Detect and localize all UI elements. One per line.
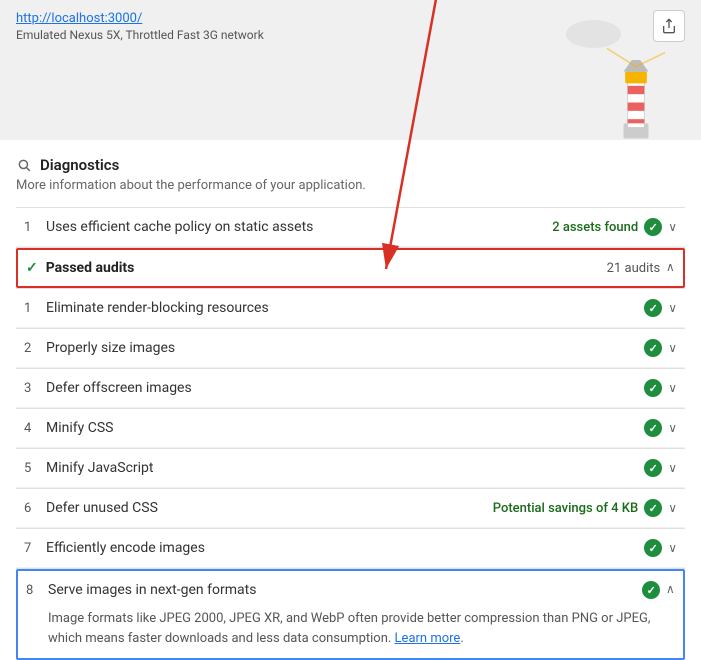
audit-check-icon-7 [644,539,662,557]
passed-audits-label: Passed audits [46,260,607,276]
diagnostics-description: More information about the performance o… [16,178,685,193]
audit-chevron-down-icon-7[interactable]: ∨ [668,541,677,555]
audit-chevron-down-icon-6[interactable]: ∨ [668,501,677,515]
audit-savings-text-6: Potential savings of 4 KB [493,501,638,516]
cache-chevron-down-icon[interactable]: ∨ [668,220,677,234]
diagnostics-title: Diagnostics [40,156,119,174]
audit-num-4: 4 [24,421,46,436]
audit-right-5: ∨ [644,459,677,477]
cache-check-icon [644,218,662,236]
diagnostics-header: Diagnostics [16,156,685,174]
share-button[interactable] [653,10,685,42]
audit-right-1: ∨ [644,299,677,317]
audit-num-5: 5 [24,461,46,476]
audit-row-8-expanded[interactable]: 8 Serve images in next-gen formats ∨ Ima… [16,569,685,660]
audit-chevron-down-icon-2[interactable]: ∨ [668,341,677,355]
audit-check-icon-2 [644,339,662,357]
audit-label-2: Properly size images [46,340,644,356]
audit-right-2: ∨ [644,339,677,357]
learn-more-link[interactable]: Learn more [395,631,461,646]
audit-chevron-up-icon-8[interactable]: ∨ [666,583,675,597]
audit-right-3: ∨ [644,379,677,397]
audit-label-6: Defer unused CSS [46,500,493,516]
audit-num-8: 8 [26,583,48,598]
audit-row-3[interactable]: 3 Defer offscreen images ∨ [16,369,685,408]
audit-row-4[interactable]: 4 Minify CSS ∨ [16,409,685,448]
audit-num-7: 7 [24,541,46,556]
audit-check-icon-3 [644,379,662,397]
header: http://localhost:3000/ Emulated Nexus 5X… [0,0,701,140]
cache-audit-label: Uses efficient cache policy on static as… [46,219,552,235]
audit-chevron-down-icon-4[interactable]: ∨ [668,421,677,435]
audit-num-1: 1 [24,301,46,316]
passed-audits-count: 21 audits [607,261,661,276]
lighthouse-icon [601,40,671,140]
audit-check-icon-6 [644,499,662,517]
audit-label-1: Eliminate render-blocking resources [46,300,644,316]
audit-row-8-header: 8 Serve images in next-gen formats ∨ [18,571,683,609]
audit-right-7: ∨ [644,539,677,557]
cache-audit-right: 2 assets found ∨ [552,218,677,236]
audit-check-icon-8 [642,581,660,599]
cache-assets-text: 2 assets found [552,220,638,235]
audit-row-7[interactable]: 7 Efficiently encode images ∨ [16,529,685,568]
audit-chevron-down-icon-1[interactable]: ∨ [668,301,677,315]
audit-row-2[interactable]: 2 Properly size images ∨ [16,329,685,368]
audit-label-4: Minify CSS [46,420,644,436]
audit-row-5[interactable]: 5 Minify JavaScript ∨ [16,449,685,488]
audit-check-icon-5 [644,459,662,477]
audit-num-2: 2 [24,341,46,356]
audit-right-4: ∨ [644,419,677,437]
audit-label-5: Minify JavaScript [46,460,644,476]
passed-audits-row[interactable]: ✓ Passed audits 21 audits ∨ [16,248,685,288]
audit-num-6: 6 [24,501,46,516]
cache-audit-number: 1 [24,220,46,235]
audit-label-8: Serve images in next-gen formats [48,582,642,598]
audit-check-icon-4 [644,419,662,437]
audit-right-8: ∨ [642,581,675,599]
audit-chevron-down-icon-5[interactable]: ∨ [668,461,677,475]
audit-chevron-down-icon-3[interactable]: ∨ [668,381,677,395]
audit-label-7: Efficiently encode images [46,540,644,556]
search-icon [16,157,32,173]
audit-check-icon-1 [644,299,662,317]
audit-row-1[interactable]: 1 Eliminate render-blocking resources ∨ [16,289,685,328]
main-content: Diagnostics More information about the p… [0,140,701,660]
audit-right-6: Potential savings of 4 KB ∨ [493,499,677,517]
audit-label-3: Defer offscreen images [46,380,644,396]
cache-audit-row[interactable]: 1 Uses efficient cache policy on static … [16,208,685,247]
audit-list: 1 Eliminate render-blocking resources ∨ … [16,289,685,660]
passed-check-icon: ✓ [26,260,38,276]
header-url[interactable]: http://localhost:3000/ [16,11,142,26]
audit-num-3: 3 [24,381,46,396]
passed-audits-chevron-up-icon[interactable]: ∨ [666,261,675,275]
audit-row-6[interactable]: 6 Defer unused CSS Potential savings of … [16,489,685,528]
